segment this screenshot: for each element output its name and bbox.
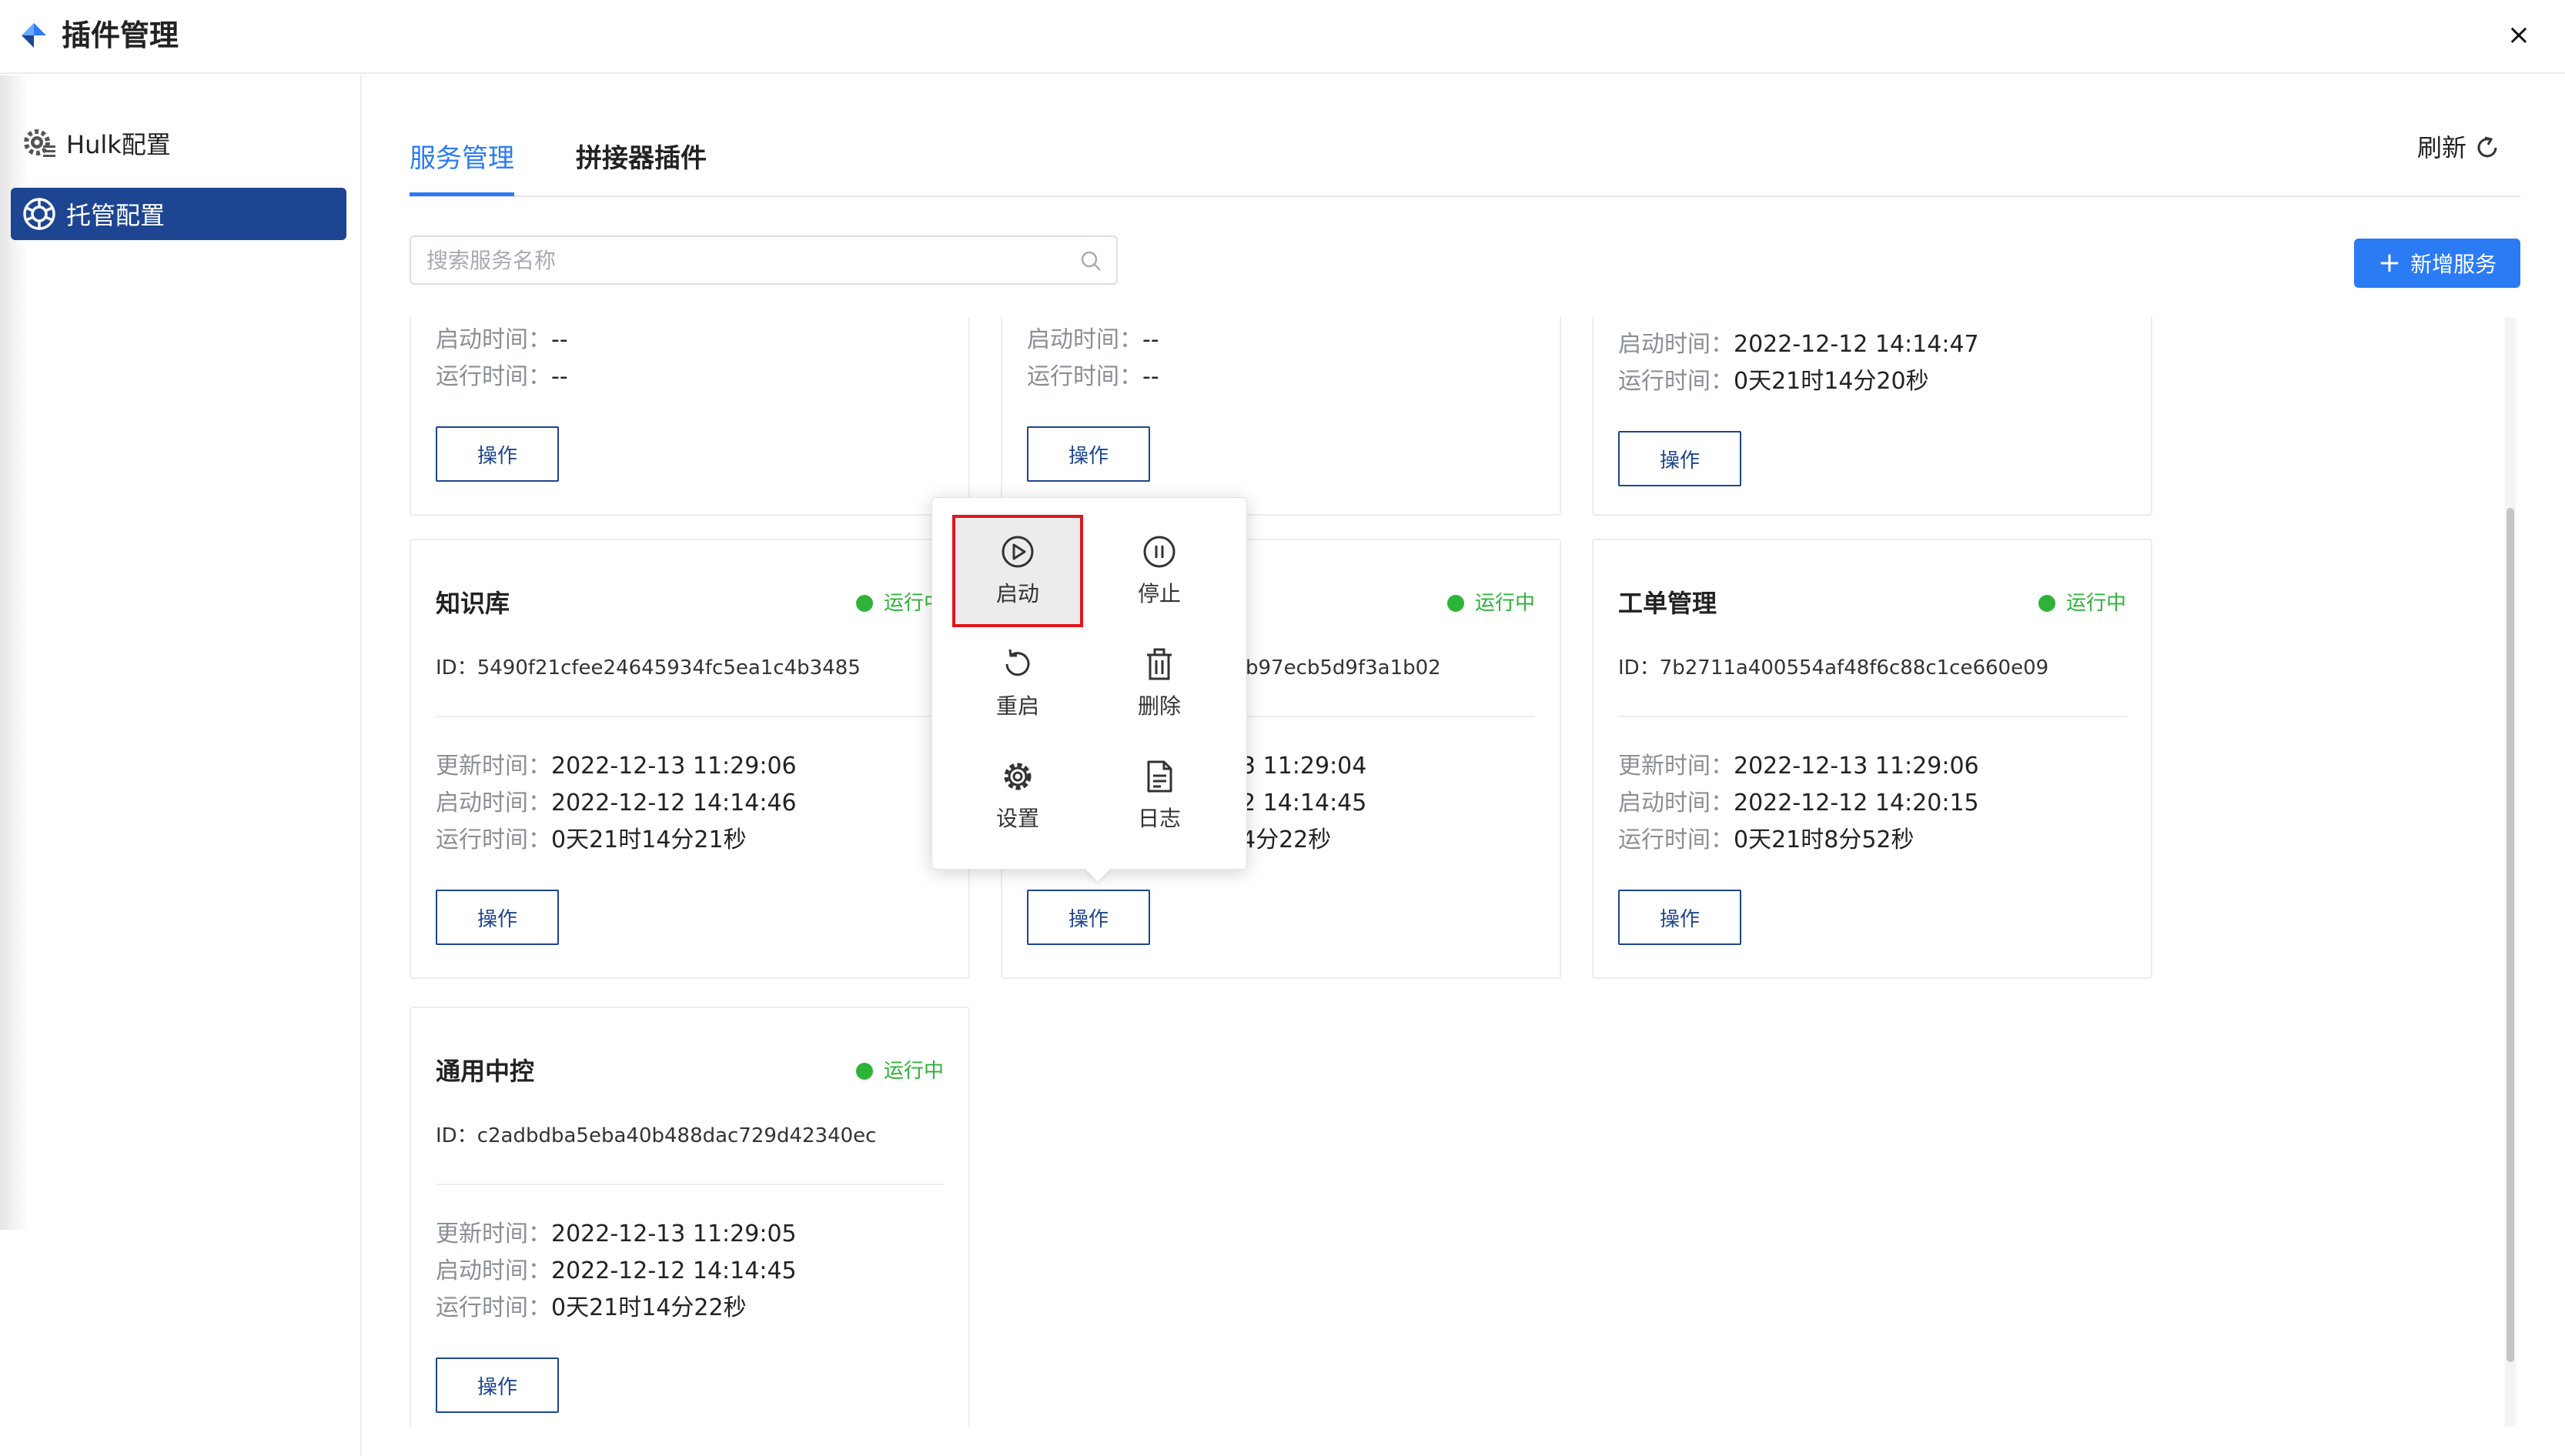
service-name: 知识库: [436, 589, 510, 618]
service-card-knowledge-base: 知识库 运行中 ID：5490f21cfee24645934fc5ea1c4b3…: [410, 539, 970, 979]
sidebar-item-hulk-config[interactable]: Hulk配置: [11, 117, 346, 169]
menu-item-start[interactable]: 启动: [952, 515, 1083, 627]
menu-item-label: 日志: [1137, 806, 1181, 831]
hosting-icon: [22, 196, 57, 232]
sidebar-item-label: 托管配置: [66, 201, 166, 230]
service-card-work-order: 工单管理 运行中 ID：7b2711a400554af48f6c88c1ce66…: [1592, 539, 2152, 979]
run-time-row: 运行时间：0天21时8分52秒: [1618, 827, 1915, 853]
tab-service-management[interactable]: 服务管理: [410, 137, 514, 180]
tab-splicer-plugins[interactable]: 拼接器插件: [576, 137, 707, 180]
start-time-row: 启动时间：--: [1027, 326, 1159, 353]
play-circle-icon: [1002, 536, 1034, 568]
run-time-row: 运行时间：0天21时14分20秒: [1618, 368, 1929, 395]
service-id: b97ecb5d9f3a1b02: [1246, 656, 1441, 680]
refresh-icon: [2477, 136, 2497, 158]
status-dot: [855, 595, 873, 612]
sidebar-shadow: [0, 75, 28, 1230]
settings-icon: [1004, 763, 1032, 790]
menu-item-label: 停止: [1137, 581, 1181, 606]
search-input[interactable]: [426, 243, 1058, 277]
status-dot: [2038, 595, 2055, 612]
operate-button[interactable]: 操作: [436, 890, 559, 945]
start-time-row: 启动时间：2022-12-12 14:14:45: [436, 1257, 797, 1284]
operate-button[interactable]: 操作: [1027, 426, 1150, 482]
log-file-icon: [1147, 760, 1172, 793]
menu-item-restart[interactable]: 重启: [952, 627, 1083, 740]
menu-item-delete[interactable]: 删除: [1094, 627, 1225, 740]
run-time-row: 运行时间：--: [1027, 363, 1159, 390]
add-service-label: 新增服务: [2410, 252, 2497, 277]
pause-circle-icon: [1143, 536, 1175, 568]
menu-item-label: 删除: [1137, 693, 1181, 719]
service-name: 通用中控: [436, 1057, 535, 1086]
start-time-row: 启动时间：2022-12-12 14:14:46: [436, 790, 797, 816]
operation-popup-menu: 启动 停止 重启 删除 设置 日志: [931, 497, 1247, 882]
service-card-general-control: 通用中控 运行中 ID：c2adbdba5eba40b488dac729d423…: [410, 1007, 970, 1427]
refresh-label: 刷新: [2417, 133, 2467, 162]
update-time-row: 3 11:29:04: [1241, 753, 1367, 780]
menu-item-label: 启动: [995, 581, 1039, 606]
status-badge: 运行中: [855, 588, 944, 619]
add-service-button[interactable]: + 新增服务: [2354, 239, 2520, 288]
menu-item-log[interactable]: 日志: [1094, 740, 1225, 852]
service-id: ID：7b2711a400554af48f6c88c1ce660e09: [1618, 656, 2049, 680]
sidebar-item-hosting-config[interactable]: 托管配置: [11, 188, 346, 240]
start-time-row: 启动时间：--: [436, 326, 568, 353]
app-logo-icon: [22, 23, 46, 48]
operate-button[interactable]: 操作: [436, 426, 559, 482]
app-title: 插件管理: [62, 18, 179, 52]
gear-icon: [22, 125, 57, 161]
menu-item-settings[interactable]: 设置: [952, 740, 1083, 852]
card-divider: [1618, 716, 2126, 717]
close-button[interactable]: ×: [2502, 18, 2536, 52]
card-divider: [436, 1184, 944, 1185]
update-time-row: 更新时间：2022-12-13 11:29:05: [436, 1221, 797, 1247]
search-box: [410, 235, 1118, 285]
status-badge: 运行中: [2038, 588, 2126, 619]
status-badge: 运行中: [855, 1056, 944, 1087]
menu-item-stop[interactable]: 停止: [1094, 515, 1225, 627]
status-badge: 运行中: [1446, 588, 1535, 619]
card-divider: [436, 716, 944, 717]
service-card: 启动时间：2022-12-12 14:14:47 运行时间：0天21时14分20…: [1592, 317, 2152, 516]
run-time-row: 运行时间：0天21时14分21秒: [436, 827, 747, 853]
operate-button[interactable]: 操作: [436, 1357, 559, 1413]
service-id: ID：c2adbdba5eba40b488dac729d42340ec: [436, 1124, 877, 1147]
run-time-row: 4分22秒: [1241, 827, 1332, 853]
menu-item-label: 重启: [995, 693, 1039, 719]
service-card: 启动时间：-- 运行时间：-- 操作: [410, 317, 970, 516]
menu-item-label: 设置: [995, 806, 1039, 831]
plus-icon: +: [2377, 247, 2402, 279]
operate-button[interactable]: 操作: [1027, 890, 1150, 945]
tab-bar-divider: [410, 195, 2520, 197]
service-id: ID：5490f21cfee24645934fc5ea1c4b3485: [436, 656, 861, 680]
start-time-row: 启动时间：2022-12-12 14:20:15: [1618, 790, 1979, 816]
start-time-row: 2 14:14:45: [1241, 790, 1367, 816]
operate-button[interactable]: 操作: [1618, 431, 1741, 486]
run-time-row: 运行时间：--: [436, 363, 568, 390]
title-bar: 插件管理 ×: [0, 0, 2565, 74]
refresh-button[interactable]: 刷新: [2417, 128, 2500, 168]
status-dot: [855, 1063, 873, 1080]
service-name: 工单管理: [1618, 589, 1717, 618]
sidebar-item-label: Hulk配置: [66, 130, 171, 159]
service-card-grid: 启动时间：-- 运行时间：-- 操作 启动时间：-- 运行时间：-- 操作 启动…: [410, 317, 2511, 1427]
run-time-row: 运行时间：0天21时14分22秒: [436, 1294, 747, 1321]
operate-button[interactable]: 操作: [1618, 890, 1741, 945]
sidebar: [0, 75, 362, 1456]
status-dot: [1446, 595, 1464, 612]
start-time-row: 启动时间：2022-12-12 14:14:47: [1618, 331, 1979, 358]
active-tab-indicator: [410, 192, 514, 196]
service-card: 启动时间：-- 运行时间：-- 操作: [1001, 317, 1561, 516]
scrollbar-thumb[interactable]: [2506, 508, 2514, 1362]
search-icon[interactable]: [1079, 249, 1102, 272]
update-time-row: 更新时间：2022-12-13 11:29:06: [1618, 753, 1979, 780]
restart-icon: [1005, 649, 1030, 676]
update-time-row: 更新时间：2022-12-13 11:29:06: [436, 753, 797, 780]
trash-icon: [1147, 648, 1172, 680]
